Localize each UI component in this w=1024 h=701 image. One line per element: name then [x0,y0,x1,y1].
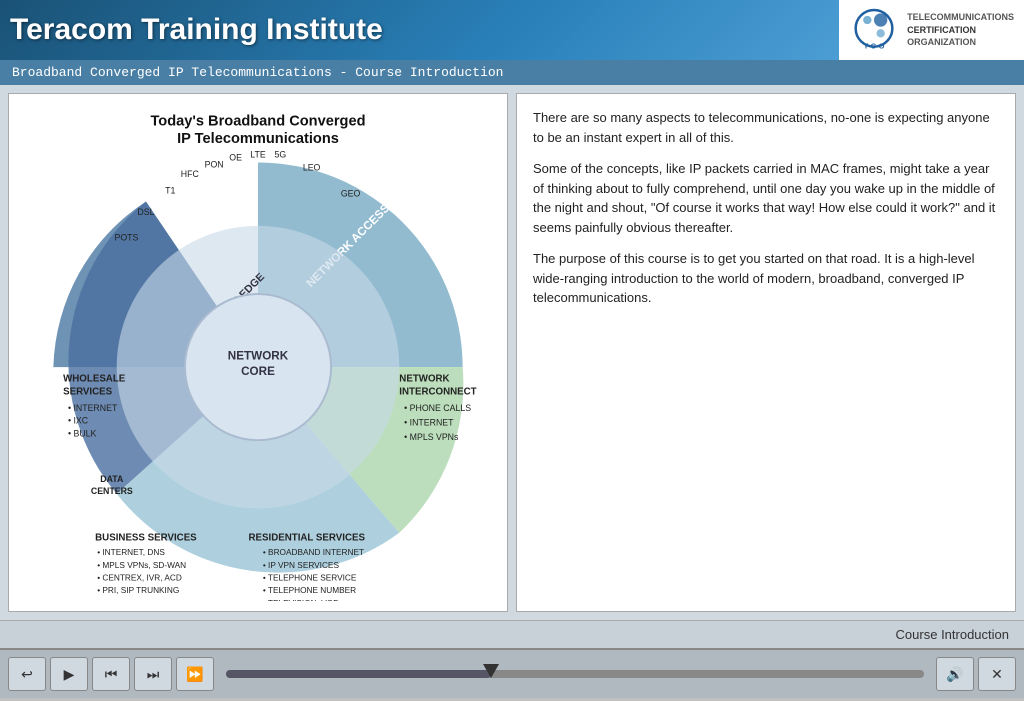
app-title: Teracom Training Institute [10,13,383,47]
svg-text:• CENTREX, IVR, ACD: • CENTREX, IVR, ACD [97,574,182,583]
svg-text:5G: 5G [275,150,287,160]
svg-text:• IP VPN SERVICES: • IP VPN SERVICES [263,561,340,570]
svg-text:INTERCONNECT: INTERCONNECT [399,386,476,397]
svg-text:LEO: LEO [303,162,321,172]
svg-text:NETWORK: NETWORK [228,349,289,362]
svg-text:POTS: POTS [115,232,139,242]
svg-text:• BULK: • BULK [68,428,97,438]
svg-text:• TELEVISION, VOD: • TELEVISION, VOD [263,599,339,601]
svg-text:• IXC: • IXC [68,416,88,426]
svg-text:• INTERNET, DNS: • INTERNET, DNS [97,548,165,557]
svg-text:DATA: DATA [100,474,124,484]
para1: There are so many aspects to telecommuni… [533,108,999,147]
logo-line2: CERTIFICATION [907,24,1014,37]
svg-text:• TELEPHONE SERVICE: • TELEPHONE SERVICE [263,574,357,583]
subtitle-text: Broadband Converged IP Telecommunication… [12,65,503,80]
svg-text:PON: PON [205,159,224,169]
para3: The purpose of this course is to get you… [533,249,999,308]
svg-text:• PHONE CALLS: • PHONE CALLS [404,403,471,413]
svg-text:T1: T1 [165,186,175,196]
fast-forward-icon: ⏩ [186,666,203,683]
progress-fill [226,670,491,678]
svg-text:• BROADBAND INTERNET: • BROADBAND INTERNET [263,548,364,557]
prev-chapter-button[interactable]: ⏮ [92,657,130,691]
progress-marker [483,664,499,678]
footer-bar: Course Introduction [0,620,1024,648]
tco-logo-icon: T·C·O [849,5,899,55]
close-button[interactable]: ✕ [978,657,1016,691]
logo-text: TELECOMMUNICATIONS CERTIFICATION ORGANIZ… [907,11,1014,49]
diagram-panel: Today's Broadband Converged IP Telecommu… [8,93,508,612]
controls-bar: ↩ ▶ ⏮ ⏭ ⏩ 🔊 ✕ [0,648,1024,698]
svg-text:HFC: HFC [181,169,199,179]
diagram-title-line2: IP Telecommunications [177,131,339,147]
svg-text:BUSINESS SERVICES: BUSINESS SERVICES [95,533,197,544]
logo-line1: TELECOMMUNICATIONS [907,11,1014,24]
play-icon: ▶ [64,666,75,683]
svg-text:• INTERNET: • INTERNET [68,403,118,413]
svg-text:RESIDENTIAL SERVICES: RESIDENTIAL SERVICES [248,533,365,544]
svg-text:• MPLS VPNs: • MPLS VPNs [404,432,459,442]
svg-text:OE: OE [229,153,242,163]
footer-label: Course Introduction [896,627,1009,642]
para2: Some of the concepts, like IP packets ca… [533,159,999,237]
subtitle-bar: Broadband Converged IP Telecommunication… [0,60,1024,85]
fast-forward-button[interactable]: ⏩ [176,657,214,691]
svg-text:WHOLESALE: WHOLESALE [63,374,126,385]
svg-text:• MPLS VPNs, SD-WAN: • MPLS VPNs, SD-WAN [97,561,186,570]
svg-text:• PRI, SIP TRUNKING: • PRI, SIP TRUNKING [97,586,179,595]
progress-bar[interactable] [226,670,924,678]
svg-text:DSL: DSL [137,207,154,217]
prev-chapter-icon: ⏮ [105,666,118,683]
svg-text:GEO: GEO [341,189,361,199]
svg-text:• TELEPHONE NUMBER: • TELEPHONE NUMBER [263,586,356,595]
svg-text:CORE: CORE [241,365,275,378]
next-chapter-button[interactable]: ⏭ [134,657,172,691]
svg-text:LTE: LTE [250,150,266,160]
volume-icon: 🔊 [946,666,963,683]
app-header: Teracom Training Institute T·C·O TELECOM… [0,0,1024,60]
diagram-title-line1: Today's Broadband Converged [150,113,365,129]
svg-text:NETWORK: NETWORK [399,374,449,385]
volume-button[interactable]: 🔊 [936,657,974,691]
back-icon: ↩ [21,666,33,683]
svg-text:T·C·O: T·C·O [864,41,885,50]
svg-text:CENTERS: CENTERS [91,486,133,496]
logo-line3: ORGANIZATION [907,36,1014,49]
broadband-diagram: Today's Broadband Converged IP Telecommu… [19,104,497,601]
text-panel: There are so many aspects to telecommuni… [516,93,1016,612]
logo-area: T·C·O TELECOMMUNICATIONS CERTIFICATION O… [839,0,1024,60]
close-icon: ✕ [991,666,1003,683]
svg-text:• INTERNET: • INTERNET [404,418,454,428]
back-button[interactable]: ↩ [8,657,46,691]
main-content: Today's Broadband Converged IP Telecommu… [0,85,1024,620]
next-chapter-icon: ⏭ [147,666,160,683]
play-button[interactable]: ▶ [50,657,88,691]
svg-text:SERVICES: SERVICES [63,386,113,397]
